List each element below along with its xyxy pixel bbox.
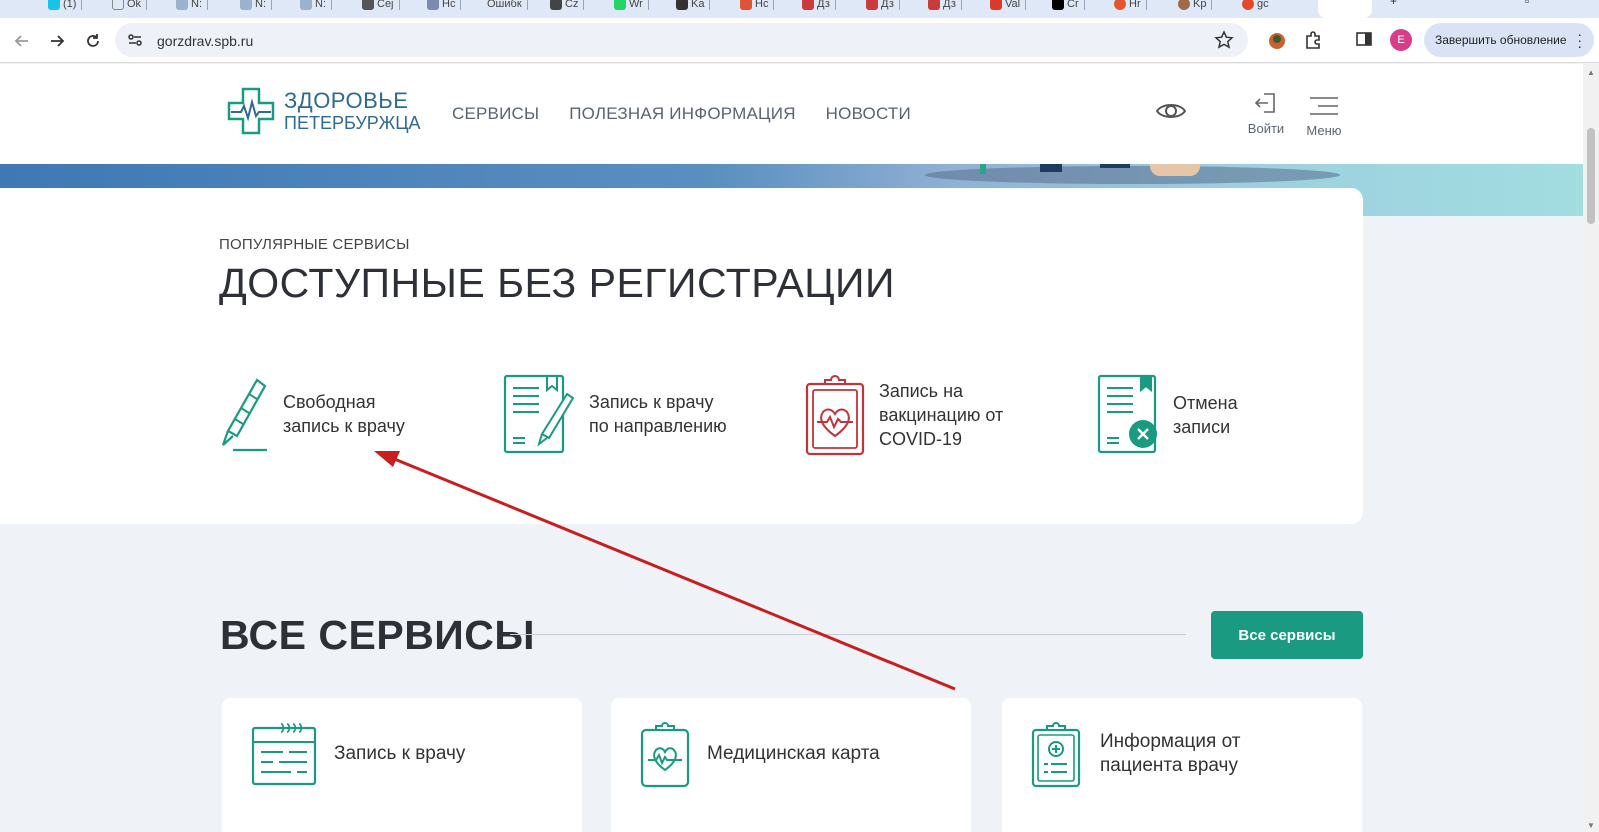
tab-favicon-icon xyxy=(362,0,374,10)
more-menu-icon[interactable]: · · · xyxy=(1577,27,1582,53)
extension-icon[interactable] xyxy=(1266,30,1288,57)
cross-logo-icon xyxy=(227,87,275,135)
tab-favicon-icon xyxy=(176,0,188,10)
tab-favicon-icon xyxy=(676,0,688,10)
tab-favicon-icon xyxy=(550,0,562,10)
profile-avatar[interactable]: E xyxy=(1390,29,1412,51)
medical-card-icon xyxy=(640,722,690,788)
divider xyxy=(510,634,1186,635)
hamburger-icon xyxy=(1310,97,1338,115)
extensions-puzzle-icon[interactable] xyxy=(1303,30,1323,55)
site-settings-icon[interactable] xyxy=(126,31,144,54)
address-bar[interactable]: gorzdrav.spb.ru xyxy=(115,23,1248,57)
back-icon[interactable] xyxy=(9,28,35,54)
service-free-appointment[interactable]: Свободная запись к врачу xyxy=(219,376,405,452)
browser-tab[interactable]: Hc xyxy=(740,0,775,14)
browser-tab[interactable]: Cr xyxy=(1052,0,1085,14)
all-services-heading: ВСЕ СЕРВИСЫ xyxy=(220,612,536,658)
browser-tab[interactable]: N: xyxy=(240,0,272,14)
browser-tab[interactable]: Hr xyxy=(1114,0,1147,14)
browser-tab[interactable]: Hc xyxy=(427,0,462,14)
tab-favicon-icon xyxy=(1052,0,1064,10)
bookmark-star-icon[interactable] xyxy=(1214,30,1234,55)
browser-tab[interactable]: Ok xyxy=(112,0,148,14)
service-cancel-appointment[interactable]: Отмена записи xyxy=(1097,374,1238,456)
tab-favicon-icon xyxy=(1242,0,1254,10)
scroll-down-icon[interactable]: ▼ xyxy=(1587,821,1595,830)
browser-tab[interactable]: Kp xyxy=(1178,0,1213,14)
browser-tab[interactable]: Дз xyxy=(802,0,836,14)
service-card-patient-info[interactable]: Информация от пациента врачу xyxy=(1002,698,1362,832)
logo-title: ЗДОРОВЬЕ xyxy=(284,88,409,113)
logo-subtitle: ПЕТЕРБУРЖЦА xyxy=(284,113,421,133)
browser-toolbar: gorzdrav.spb.ru E Завершить обновление ·… xyxy=(0,18,1599,63)
browser-tab[interactable]: Дз xyxy=(928,0,962,14)
login-button[interactable]: Войти xyxy=(1244,92,1288,136)
tab-favicon-icon xyxy=(1114,0,1126,10)
side-panel-icon[interactable] xyxy=(1355,30,1373,53)
browser-tab[interactable]: Val xyxy=(990,0,1027,14)
browser-tab[interactable]: N: xyxy=(300,0,332,14)
tab-favicon-icon xyxy=(240,0,252,10)
maximize-icon[interactable]: ▫ xyxy=(1525,0,1529,8)
appointment-icon xyxy=(251,723,317,786)
cancel-document-icon xyxy=(1097,374,1157,454)
service-card-appointment[interactable]: Запись к врачу xyxy=(222,698,582,832)
nav-services[interactable]: СЕРВИСЫ xyxy=(452,104,539,124)
browser-tab[interactable]: Cz xyxy=(550,0,585,14)
service-referral-appointment[interactable]: Запись к врачу по направлению xyxy=(503,374,727,454)
browser-tab[interactable]: Cej xyxy=(362,0,400,14)
section-eyebrow: ПОПУЛЯРНЫЕ СЕРВИСЫ xyxy=(219,236,410,253)
tab-favicon-icon xyxy=(48,0,60,10)
page-viewport: ЗДОРОВЬЕ ПЕТЕРБУРЖЦА СЕРВИСЫ ПОЛЕЗНАЯ ИН… xyxy=(0,64,1583,832)
tab-favicon-icon xyxy=(614,0,626,10)
active-browser-tab[interactable] xyxy=(1318,0,1372,18)
scrollbar-thumb[interactable] xyxy=(1587,128,1595,224)
menu-button[interactable]: Меню xyxy=(1303,96,1345,138)
reload-icon[interactable] xyxy=(80,28,106,54)
browser-tab[interactable]: N: xyxy=(176,0,208,14)
browser-tab[interactable]: Wr xyxy=(614,0,649,14)
scroll-up-icon[interactable]: ▲ xyxy=(1587,68,1595,77)
pen-icon xyxy=(221,378,267,452)
tab-favicon-icon xyxy=(990,0,1002,10)
tab-favicon-icon xyxy=(866,0,878,10)
url-text: gorzdrav.spb.ru xyxy=(157,33,254,49)
accessibility-eye-icon[interactable] xyxy=(1155,100,1187,127)
referral-document-icon xyxy=(503,374,575,454)
browser-tab-strip: (1) Ok N: N: N: Cej Hc Ошибк Cz Wr Ka Hc… xyxy=(0,0,1599,18)
page-scrollbar[interactable]: ▲ ▼ xyxy=(1583,64,1599,832)
update-button[interactable]: Завершить обновление · · · xyxy=(1424,23,1594,57)
new-tab-icon[interactable]: + xyxy=(1390,0,1397,8)
browser-tab[interactable]: Ka xyxy=(676,0,711,14)
patient-info-icon xyxy=(1031,722,1081,788)
site-header: ЗДОРОВЬЕ ПЕТЕРБУРЖЦА СЕРВИСЫ ПОЛЕЗНАЯ ИН… xyxy=(0,64,1583,164)
nav-news[interactable]: НОВОСТИ xyxy=(826,104,911,124)
section-heading: ДОСТУПНЫЕ БЕЗ РЕГИСТРАЦИИ xyxy=(219,260,895,306)
main-nav: СЕРВИСЫ ПОЛЕЗНАЯ ИНФОРМАЦИЯ НОВОСТИ xyxy=(452,104,911,124)
tab-favicon-icon xyxy=(740,0,752,10)
tab-favicon-icon xyxy=(112,0,124,10)
nav-useful-info[interactable]: ПОЛЕЗНАЯ ИНФОРМАЦИЯ xyxy=(569,104,795,124)
service-covid-vaccination[interactable]: Запись на вакцинацию от COVID-19 xyxy=(805,374,1003,456)
browser-tab[interactable]: Дз xyxy=(866,0,900,14)
site-logo[interactable]: ЗДОРОВЬЕ ПЕТЕРБУРЖЦА xyxy=(226,86,421,136)
tab-favicon-icon xyxy=(928,0,940,10)
tab-favicon-icon xyxy=(300,0,312,10)
tab-favicon-icon xyxy=(802,0,814,10)
popular-services-section: ПОПУЛЯРНЫЕ СЕРВИСЫ ДОСТУПНЫЕ БЕЗ РЕГИСТР… xyxy=(0,188,1363,524)
clipboard-heart-icon xyxy=(805,375,865,456)
tab-favicon-icon xyxy=(1178,0,1190,10)
login-icon xyxy=(1254,93,1275,113)
all-services-button[interactable]: Все сервисы xyxy=(1211,611,1363,659)
forward-icon[interactable] xyxy=(44,28,70,54)
browser-tab[interactable]: gc xyxy=(1242,0,1269,14)
browser-tab[interactable]: (1) xyxy=(48,0,83,14)
browser-tab[interactable]: Ошибк xyxy=(487,0,528,14)
service-card-medical-record[interactable]: Медицинская карта xyxy=(611,698,971,832)
tab-favicon-icon xyxy=(427,0,439,10)
